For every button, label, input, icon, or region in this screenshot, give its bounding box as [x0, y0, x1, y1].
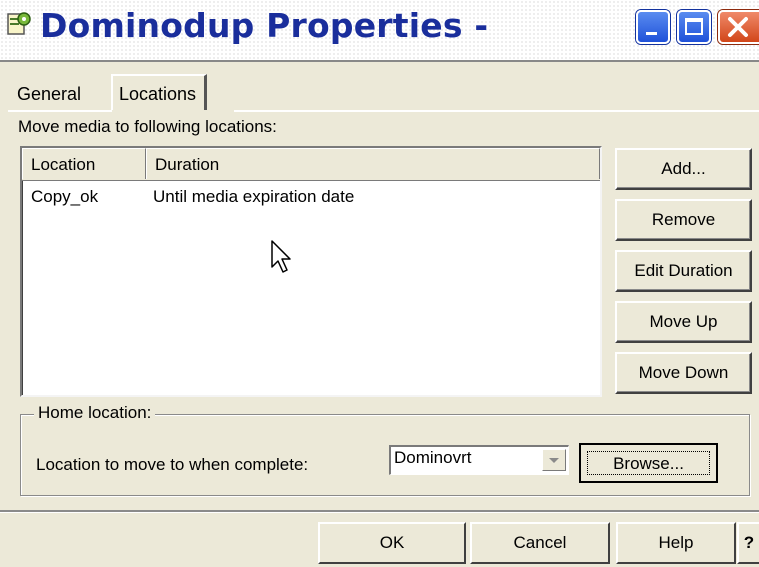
row-location-cell[interactable]: Copy_ok: [31, 187, 98, 207]
title-bar[interactable]: Dominodup Properties -: [0, 0, 759, 60]
dropdown-button[interactable]: [542, 449, 566, 471]
mouse-pointer-icon: [271, 240, 291, 273]
maximize-button[interactable]: [677, 10, 711, 44]
cancel-button[interactable]: Cancel: [470, 522, 610, 564]
maximize-icon: [685, 18, 703, 35]
minimize-button[interactable]: [636, 10, 670, 44]
move-up-button[interactable]: Move Up: [615, 301, 752, 343]
browse-button[interactable]: Browse...: [579, 443, 718, 483]
tab-border: [8, 110, 112, 112]
title-divider: [0, 60, 759, 62]
browse-label: Browse...: [587, 451, 710, 475]
window-title: Dominodup Properties -: [40, 6, 489, 45]
home-location-legend: Home location:: [34, 403, 156, 423]
tab-border: [234, 110, 759, 112]
row-duration-cell[interactable]: Until media expiration date: [153, 187, 354, 207]
properties-dialog: Dominodup Properties - General Locations…: [0, 0, 759, 567]
add-button[interactable]: Add...: [615, 148, 752, 190]
ok-button[interactable]: OK: [318, 522, 466, 564]
remove-button[interactable]: Remove: [615, 199, 752, 241]
footer-divider: [0, 510, 759, 513]
chevron-down-icon: [549, 458, 559, 463]
tab-general[interactable]: General: [17, 84, 81, 105]
tab-locations[interactable]: Locations: [111, 74, 208, 110]
edit-duration-button[interactable]: Edit Duration: [615, 250, 752, 292]
home-location-value: Dominovrt: [394, 448, 472, 467]
home-location-label: Location to move to when complete:: [36, 455, 309, 474]
locations-caption: Move media to following locations:: [18, 117, 277, 136]
locations-list[interactable]: Location Duration Copy_ok Until media ex…: [20, 146, 602, 397]
help-button[interactable]: Help: [616, 522, 736, 564]
home-location-select[interactable]: Dominovrt: [389, 445, 569, 475]
close-button[interactable]: [718, 10, 759, 44]
move-down-button[interactable]: Move Down: [615, 352, 752, 394]
whats-this-button[interactable]: ?: [737, 522, 759, 564]
minimize-icon: [646, 32, 657, 35]
app-icon: [7, 12, 31, 35]
column-header-duration[interactable]: Duration: [146, 148, 600, 179]
close-icon: [728, 17, 748, 37]
column-header-location[interactable]: Location: [22, 148, 146, 179]
list-header: Location Duration: [22, 148, 600, 181]
